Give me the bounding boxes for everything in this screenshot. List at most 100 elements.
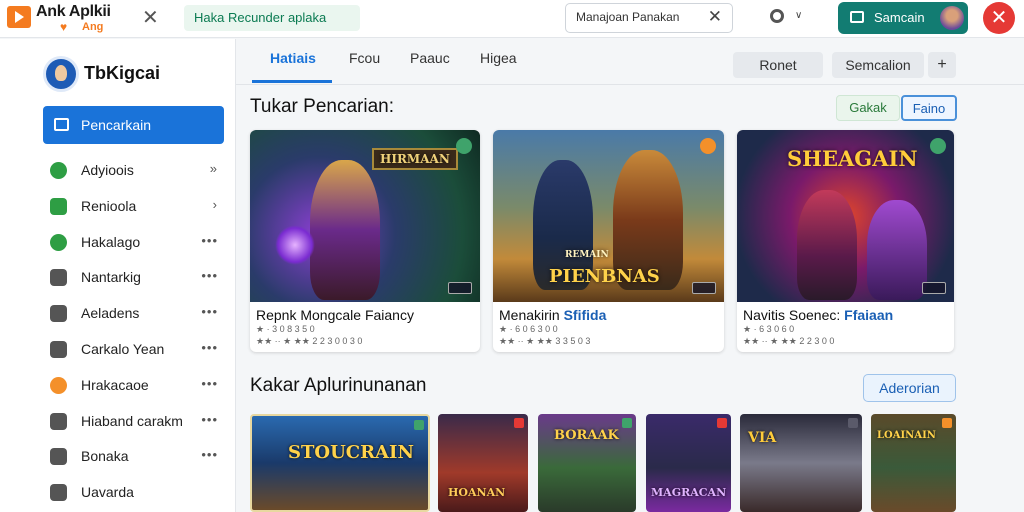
game-art: SHEAGAIN [737,130,954,302]
more-icon[interactable]: ••• [201,412,218,427]
sidebar-item[interactable]: Hiaband carakm ••• [50,410,224,434]
more-icon[interactable]: ••• [201,376,218,391]
sidebar-item[interactable]: Renioola › [50,195,224,219]
tab-paauc[interactable]: Paauc [410,50,450,66]
reset-button[interactable]: Ronet [733,52,823,78]
badge-icon [942,418,952,428]
app-thumbnail[interactable]: HOANAN [438,414,528,512]
thumb-title: BORAAK [554,428,619,443]
selection-button[interactable]: Semcalion [832,52,924,78]
app-thumbnail[interactable]: MAGRACAN [646,414,731,512]
search-box[interactable]: ✕ [565,3,733,33]
account-icon[interactable] [770,9,784,23]
brand-avatar[interactable] [43,56,79,92]
app-logo-icon[interactable] [7,6,31,28]
more-icon[interactable]: ••• [201,268,218,283]
badge-icon [514,418,524,428]
sidebar-item[interactable]: Hakalago ••• [50,231,224,255]
add-button[interactable]: + [928,52,956,78]
top-bar: Ank Aplkii ♥ Ang ✕ Haka Recunder aplaka … [0,0,1024,38]
filter-segment-gakak[interactable]: Gakak [836,95,900,121]
shield-icon [50,234,67,251]
rating-badge [922,282,946,294]
more-icon[interactable]: ••• [201,233,218,248]
more-icon[interactable]: » [210,161,218,176]
tab-recommender[interactable]: Haka Recunder aplaka [184,5,360,31]
sidebar-item[interactable]: Nantarkig ••• [50,266,224,290]
primary-action-button[interactable]: Samcain [838,2,968,34]
more-icon[interactable]: ••• [201,340,218,355]
sidebar-item[interactable]: Uavarda [50,481,224,505]
close-window-button[interactable]: ✕ [983,2,1015,34]
avatar[interactable] [940,6,964,30]
rating-badge [692,282,716,294]
game-logo-text: SHEAGAIN [787,146,918,171]
game-card[interactable]: SHEAGAIN Navitis Soenec: Ffaiaan ★ · 6 3… [737,130,954,352]
chevron-down-icon[interactable]: ∨ [795,10,802,21]
app-thumbnail[interactable]: VIA [740,414,862,512]
magic-orb [275,225,315,265]
card-title: Menakirin Sfifida [499,307,607,323]
app-thumbnail[interactable]: BORAAK [538,414,636,512]
sidebar-item[interactable]: Aeladens ••• [50,302,224,326]
see-more-button[interactable]: Aderorian [863,374,956,402]
card-meta: ★ · 3 0 8 3 5 0 [256,324,315,334]
thumb-title: VIA [748,430,777,446]
sidebar-item[interactable]: Bonaka ••• [50,445,224,469]
clear-search-icon[interactable]: ✕ [708,7,722,27]
section-title-search: Tukar Pencarian: [250,96,394,117]
sidebar-item[interactable]: Hrakacaoe ••• [50,374,224,398]
creature-figure [867,200,927,300]
search-input[interactable] [576,10,701,24]
filter-segment-faino[interactable]: Faino [901,95,957,121]
game-logo-text: HIRMAAN [372,148,458,170]
card-meta: ★ · 6 3 0 6 0 [743,324,795,334]
badge-icon [414,420,424,430]
sidebar-item[interactable]: Carkalo Yean ••• [50,338,224,362]
thumb-title: STOUCRAIN [288,442,414,463]
close-icon[interactable]: ✕ [142,5,159,30]
sidebar-item-label: Bonaka [81,448,129,464]
thumb-title: HOANAN [448,486,506,499]
badge-icon [848,418,858,428]
section-title-apps: Kakar Aplurinunanan [250,375,427,396]
card-icon [50,484,67,501]
sidebar: TbKigcai Pencarkain Adyioois » Renioola › Ha… [0,39,236,512]
app-thumbnail[interactable]: STOUCRAIN [250,414,430,512]
sidebar-item-label: Adyioois [81,162,134,178]
sidebar-item[interactable]: Adyioois » [50,159,224,183]
primary-action-label: Samcain [874,10,925,25]
card-title: Repnk Mongcale Faiancy [256,307,414,323]
hero-figure [797,190,857,300]
tab-fcou[interactable]: Fcou [349,50,380,66]
tab-hatiais[interactable]: Hatiais [270,50,316,66]
sidebar-item-label: Hiaband carakm [81,413,183,429]
sidebar-item-label: Aeladens [81,305,140,321]
brand-name: TbKigcai [84,63,161,83]
badge-icon [717,418,727,428]
sidebar-item-label: Hrakacaoe [81,377,149,393]
game-card[interactable]: REMAIN PIENBNAS Menakirin Sfifida ★ · 6 … [493,130,724,352]
list-icon [54,118,69,131]
more-icon[interactable]: ••• [201,447,218,462]
check-circle-icon [50,162,67,179]
game-card[interactable]: HIRMAAN Repnk Mongcale Faiancy ★ · 3 0 8… [250,130,480,352]
app-subtitle: Ang [82,21,104,33]
app-title: Ank Aplkii [36,3,111,20]
tab-higea[interactable]: Higea [480,50,517,66]
sidebar-item-label: Nantarkig [81,269,141,285]
more-icon[interactable]: › [213,197,218,212]
badge-icon [930,138,946,154]
card-rating: ★★ ·· ★ ★★ 2 2 3 0 0 [743,336,835,346]
thumb-title: MAGRACAN [651,486,727,499]
card-rating: ★★ ·· ★ ★★ 3 3 5 0 3 [499,336,591,346]
more-icon[interactable]: ••• [201,304,218,319]
app-thumbnail[interactable]: LOAINAIN [871,414,956,512]
mail-icon [50,305,67,322]
game-art: REMAIN PIENBNAS [493,130,724,302]
sidebar-item-active[interactable]: Pencarkain [43,106,224,144]
paw-icon [50,448,67,465]
card-meta: ★ · 6 0 6 3 0 0 [499,324,558,334]
game-logo-text: PIENBNAS [549,266,660,287]
game-art: HIRMAAN [250,130,480,302]
